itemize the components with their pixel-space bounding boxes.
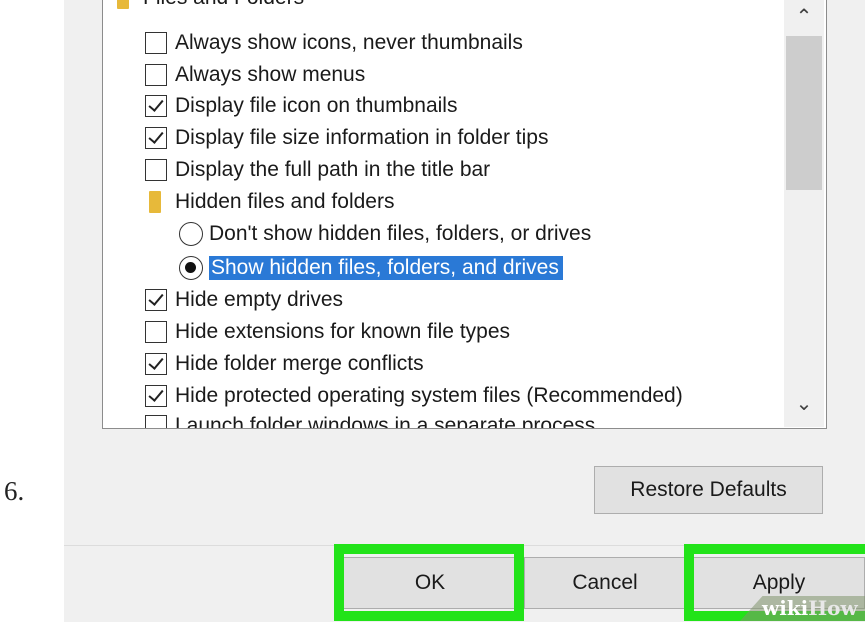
step-number: 6. [4,476,25,506]
tree-item-always-show-icons[interactable]: Always show icons, never thumbnails [145,27,523,58]
tree-item-label: Always show icons, never thumbnails [175,30,523,54]
tree-item-label: Hide protected operating system files (R… [175,383,683,407]
tree-item-label: Don't show hidden files, folders, or dri… [209,221,592,245]
restore-defaults-button[interactable]: Restore Defaults [594,466,823,514]
advanced-settings-tree: Files and Folders Always show icons, nev… [102,0,827,429]
checkbox-checked[interactable] [145,384,167,407]
checkbox-checked[interactable] [145,94,167,117]
checkbox-checked[interactable] [145,126,167,149]
tree-item-show-hidden[interactable]: Show hidden files, folders, and drives [179,252,563,283]
scrollbar-thumb[interactable] [786,36,822,190]
ok-button[interactable]: OK [341,557,519,609]
radio-button[interactable] [179,221,203,246]
tree-item-label: Always show menus [175,62,366,86]
tree-item-hide-protected-files[interactable]: Hide protected operating system files (R… [145,380,683,411]
checkbox[interactable] [145,320,167,343]
tree-item-display-full-path[interactable]: Display the full path in the title bar [145,154,490,185]
tree-group-label: Hidden files and folders [175,189,395,213]
checkbox[interactable] [145,158,167,181]
tree-item-display-file-icon[interactable]: Display file icon on thumbnails [145,90,457,121]
tree-item-always-show-menus[interactable]: Always show menus [145,59,365,90]
tree-scrollbar[interactable]: ⌃ ⌄ [784,0,824,427]
tree-item-label: Hide folder merge conflicts [175,351,424,375]
tree-item-display-file-size[interactable]: Display file size information in folder … [145,122,549,153]
folder-icon [117,0,129,9]
checkbox-checked[interactable] [145,352,167,375]
tree-item-label: Display the full path in the title bar [175,157,491,181]
checkbox[interactable] [145,414,167,428]
checkbox[interactable] [145,63,167,86]
radio-button-selected[interactable] [179,255,203,280]
folder-icon [149,190,161,213]
tree-item-label-selected: Show hidden files, folders, and drives [209,255,563,280]
watermark-how: How [808,596,858,620]
tree-group-hidden-files: Hidden files and folders [149,186,394,217]
tree-item-label: Display file icon on thumbnails [175,93,458,117]
cancel-button[interactable]: Cancel [524,557,686,609]
tree-item-hide-empty-drives[interactable]: Hide empty drives [145,284,343,315]
tree-item-label: Display file size information in folder … [175,125,549,149]
tree-item-hide-extensions[interactable]: Hide extensions for known file types [145,316,510,347]
checkbox-checked[interactable] [145,288,167,311]
watermark-wiki: wiki [762,596,809,620]
chevron-down-icon[interactable]: ⌄ [784,389,824,419]
tree-item-launch-separate-process[interactable]: Launch folder windows in a separate proc… [145,410,596,429]
tree-item-label: Hide extensions for known file types [175,319,511,343]
chevron-up-icon[interactable]: ⌃ [784,2,824,32]
tree-item-dont-show-hidden[interactable]: Don't show hidden files, folders, or dri… [179,218,591,249]
checkbox[interactable] [145,31,167,54]
tree-item-hide-merge-conflicts[interactable]: Hide folder merge conflicts [145,348,424,379]
tree-header-files-and-folders: Files and Folders [117,0,304,13]
tree-item-label: Hide empty drives [175,287,344,311]
tree-item-label: Launch folder windows in a separate proc… [175,413,596,429]
tree-header-label: Files and Folders [143,0,304,10]
